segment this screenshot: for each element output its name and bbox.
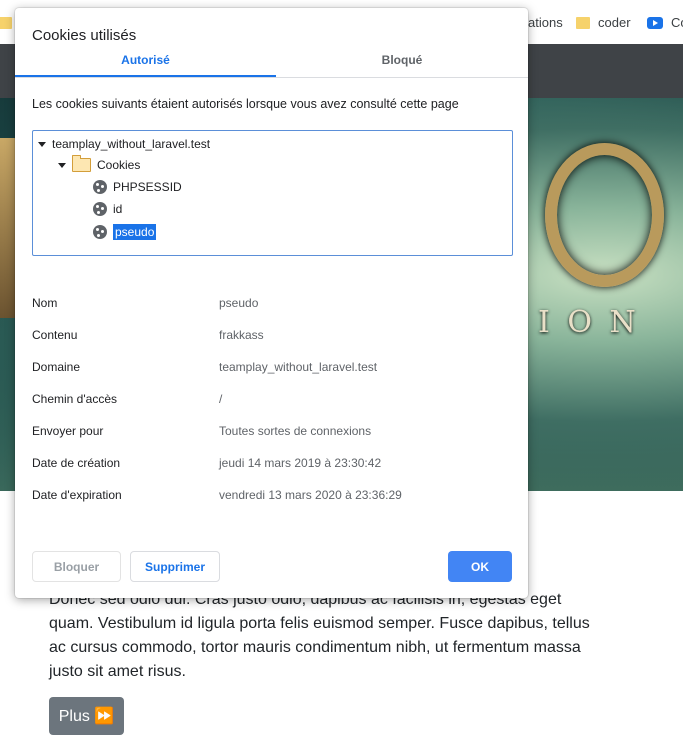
intro-text: Les cookies suivants étaient autorisés l… — [32, 97, 459, 111]
detail-value: teamplay_without_laravel.test — [219, 360, 378, 374]
page-paragraph: Donec sed odio dui. Cras justo odio, dap… — [49, 591, 590, 680]
detail-value: Toutes sortes de connexions — [219, 424, 372, 438]
dialog-title: Cookies utilisés — [32, 27, 137, 44]
tree-node-site[interactable]: teamplay_without_laravel.test — [38, 137, 210, 151]
detail-label: Domaine — [32, 360, 81, 374]
cookie-icon — [93, 202, 107, 216]
detail-value: vendredi 13 mars 2020 à 23:36:29 — [219, 488, 402, 502]
tree-node-cookie-selected[interactable]: pseudo — [93, 224, 157, 240]
bookmark-coder[interactable]: coder — [576, 15, 631, 30]
detail-value: pseudo — [219, 296, 259, 310]
bookmark-label: Co — [671, 15, 683, 30]
detail-row: Nom pseudo — [32, 296, 512, 328]
detail-label: Date de création — [32, 456, 121, 470]
bookmark-label: ations — [528, 15, 563, 30]
detail-row: Envoyer pour Toutes sortes de connexions — [32, 424, 512, 456]
tab-bar: Autorisé Bloqué — [15, 53, 528, 78]
detail-row: Date de création jeudi 14 mars 2019 à 23… — [32, 456, 512, 488]
block-button[interactable]: Bloquer — [32, 551, 121, 582]
folder-icon — [0, 16, 12, 29]
chevron-down-icon[interactable] — [58, 162, 66, 168]
tree-node-label: Cookies — [97, 158, 141, 172]
tree-node-cookie[interactable]: id — [93, 202, 122, 216]
cookie-icon — [93, 180, 107, 194]
detail-value: frakkass — [219, 328, 264, 342]
hero-logo-ring — [545, 143, 664, 287]
detail-label: Envoyer pour — [32, 424, 104, 438]
tree-node-label: id — [113, 202, 123, 216]
detail-row: Contenu frakkass — [32, 328, 512, 360]
delete-button[interactable]: Supprimer — [130, 551, 220, 582]
tree-node-label: pseudo — [113, 224, 157, 240]
detail-row: Date d'expiration vendredi 13 mars 2020 … — [32, 488, 512, 520]
cookie-tree[interactable]: teamplay_without_laravel.test Cookies PH… — [32, 130, 513, 256]
hero-logo-text: I O N — [538, 305, 640, 340]
tab-allowed[interactable]: Autorisé — [15, 53, 276, 77]
tree-node-cookie[interactable]: PHPSESSID — [93, 180, 182, 194]
bookmark-applications[interactable]: ations — [528, 15, 563, 30]
detail-value: jeudi 14 mars 2019 à 23:30:42 — [219, 456, 382, 470]
folder-icon — [576, 16, 590, 29]
bookmark-youtube[interactable]: Co — [647, 15, 683, 30]
detail-label: Nom — [32, 296, 58, 310]
detail-label: Chemin d'accès — [32, 392, 117, 406]
tree-node-folder[interactable]: Cookies — [58, 155, 141, 172]
detail-value: / — [219, 392, 223, 406]
ok-button[interactable]: OK — [448, 551, 512, 582]
detail-label: Date d'expiration — [32, 488, 122, 502]
more-button[interactable]: Plus ⏩ — [49, 697, 124, 735]
chevron-down-icon[interactable] — [38, 141, 46, 147]
cookies-dialog: Cookies utilisés Autorisé Bloqué Les coo… — [15, 8, 528, 598]
tree-node-label: PHPSESSID — [113, 180, 182, 194]
tree-node-label: teamplay_without_laravel.test — [52, 137, 211, 151]
cookie-details: Nom pseudo Contenu frakkass Domaine team… — [32, 296, 512, 520]
cookie-icon — [93, 225, 107, 239]
folder-open-icon — [72, 155, 91, 172]
detail-row: Domaine teamplay_without_laravel.test — [32, 360, 512, 392]
youtube-icon — [647, 16, 663, 29]
tab-blocked[interactable]: Bloqué — [276, 53, 528, 77]
detail-label: Contenu — [32, 328, 78, 342]
bookmark-label: coder — [598, 15, 631, 30]
detail-row: Chemin d'accès / — [32, 392, 512, 424]
